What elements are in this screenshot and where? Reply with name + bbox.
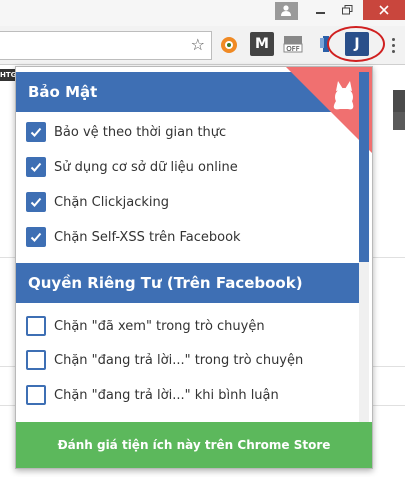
- page-side-element: [393, 112, 405, 130]
- checkbox-unchecked[interactable]: [26, 316, 46, 336]
- popup-scrollbar-thumb[interactable]: [359, 72, 369, 262]
- checkbox-checked[interactable]: [26, 192, 46, 212]
- restore-icon: [342, 5, 353, 15]
- profile-button[interactable]: [275, 2, 298, 20]
- highlight-circle: [327, 26, 385, 62]
- rate-on-chrome-store-button[interactable]: Đánh giá tiện ích này trên Chrome Store: [16, 422, 372, 468]
- checkbox-checked[interactable]: [26, 122, 46, 142]
- option-label: Chặn Self-XSS trên Facebook: [54, 230, 241, 245]
- checkbox-checked[interactable]: [26, 157, 46, 177]
- close-window-button[interactable]: [363, 0, 405, 20]
- address-bar[interactable]: ☆: [0, 31, 212, 60]
- user-icon: [281, 5, 291, 16]
- ext-off-icon[interactable]: OFF: [281, 32, 305, 56]
- option-label: Bảo vệ theo thời gian thực: [54, 125, 227, 140]
- option-label: Chặn "đang trả lời..." trong trò chuyện: [54, 353, 304, 368]
- option-label: Chặn Clickjacking: [54, 195, 169, 210]
- close-icon: [379, 5, 389, 15]
- checkbox-checked[interactable]: [26, 227, 46, 247]
- window-titlebar: [0, 0, 405, 26]
- ext-orange-icon[interactable]: [217, 32, 241, 56]
- privacy-section-title: Quyền Riêng Tư (Trên Facebook): [16, 263, 359, 303]
- option-label: Sử dụng cơ sở dữ liệu online: [54, 160, 238, 175]
- page-side-element: [393, 90, 405, 112]
- option-label: Chặn "đang trả lời..." khi bình luận: [54, 388, 279, 403]
- bookmark-star-icon[interactable]: ☆: [191, 35, 205, 55]
- option-label: Chặn "đã xem" trong trò chuyện: [54, 319, 265, 334]
- browser-toolbar: ☆ M OFF J: [0, 26, 405, 65]
- restore-button[interactable]: [334, 0, 360, 20]
- minimize-button[interactable]: [308, 0, 334, 20]
- popup-scrollbar-track[interactable]: [359, 262, 369, 422]
- checkbox-unchecked[interactable]: [26, 385, 46, 405]
- extension-popup: Bảo Mật Bảo vệ theo thời gian thực Sử dụ…: [15, 66, 373, 469]
- chrome-menu-icon[interactable]: [392, 38, 396, 56]
- bookmark-badge[interactable]: HTG: [0, 69, 16, 81]
- checkbox-unchecked[interactable]: [26, 350, 46, 370]
- svg-text:OFF: OFF: [286, 45, 300, 53]
- ext-m-icon[interactable]: M: [250, 32, 274, 56]
